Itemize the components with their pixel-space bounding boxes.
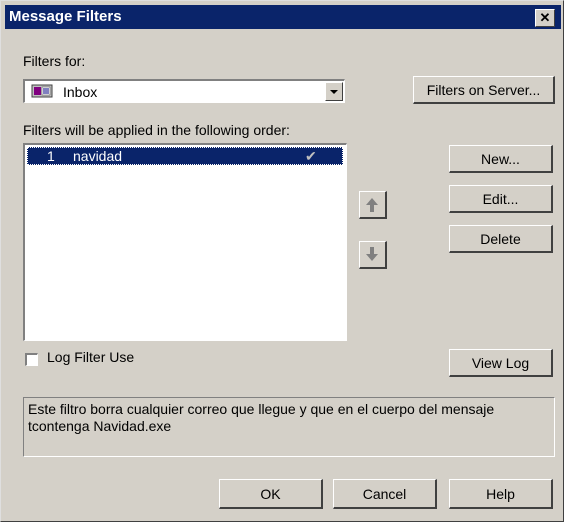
filter-list[interactable]: 1 navidad ✔ <box>23 143 347 341</box>
cancel-button[interactable]: Cancel <box>333 479 437 509</box>
filters-for-value: Inbox <box>63 84 98 100</box>
move-down-button[interactable] <box>359 241 387 269</box>
filters-on-server-button[interactable]: Filters on Server... <box>413 76 555 104</box>
filter-number: 1 <box>47 148 55 164</box>
message-filters-dialog: Message Filters ✕ Filters for: Inbox Fil… <box>0 0 564 522</box>
filters-for-dropdown[interactable]: Inbox <box>23 79 345 103</box>
filter-description: Este filtro borra cualquier correo que l… <box>23 397 555 457</box>
enabled-check-icon[interactable]: ✔ <box>305 147 317 165</box>
window-title: Message Filters <box>9 8 122 25</box>
move-up-button[interactable] <box>359 191 387 219</box>
arrow-down-icon <box>366 247 378 261</box>
arrow-up-icon <box>366 198 378 212</box>
delete-filter-button[interactable]: Delete <box>449 225 553 253</box>
close-icon: ✕ <box>539 10 551 25</box>
log-filter-use-checkbox[interactable] <box>25 353 38 366</box>
title-bar: Message Filters ✕ <box>5 5 561 29</box>
chevron-down-icon <box>330 90 338 94</box>
edit-filter-button[interactable]: Edit... <box>449 185 553 213</box>
inbox-icon <box>31 84 53 98</box>
order-label: Filters will be applied in the following… <box>23 122 290 138</box>
filters-for-label: Filters for: <box>23 53 86 69</box>
filter-row[interactable]: 1 navidad ✔ <box>27 147 343 165</box>
ok-button[interactable]: OK <box>219 479 323 509</box>
help-button[interactable]: Help <box>449 479 553 509</box>
new-filter-button[interactable]: New... <box>449 145 553 173</box>
log-filter-use-label[interactable]: Log Filter Use <box>47 349 134 365</box>
dropdown-button[interactable] <box>325 82 343 101</box>
view-log-button[interactable]: View Log <box>449 349 553 377</box>
filter-name: navidad <box>73 148 123 164</box>
close-button[interactable]: ✕ <box>535 9 555 27</box>
